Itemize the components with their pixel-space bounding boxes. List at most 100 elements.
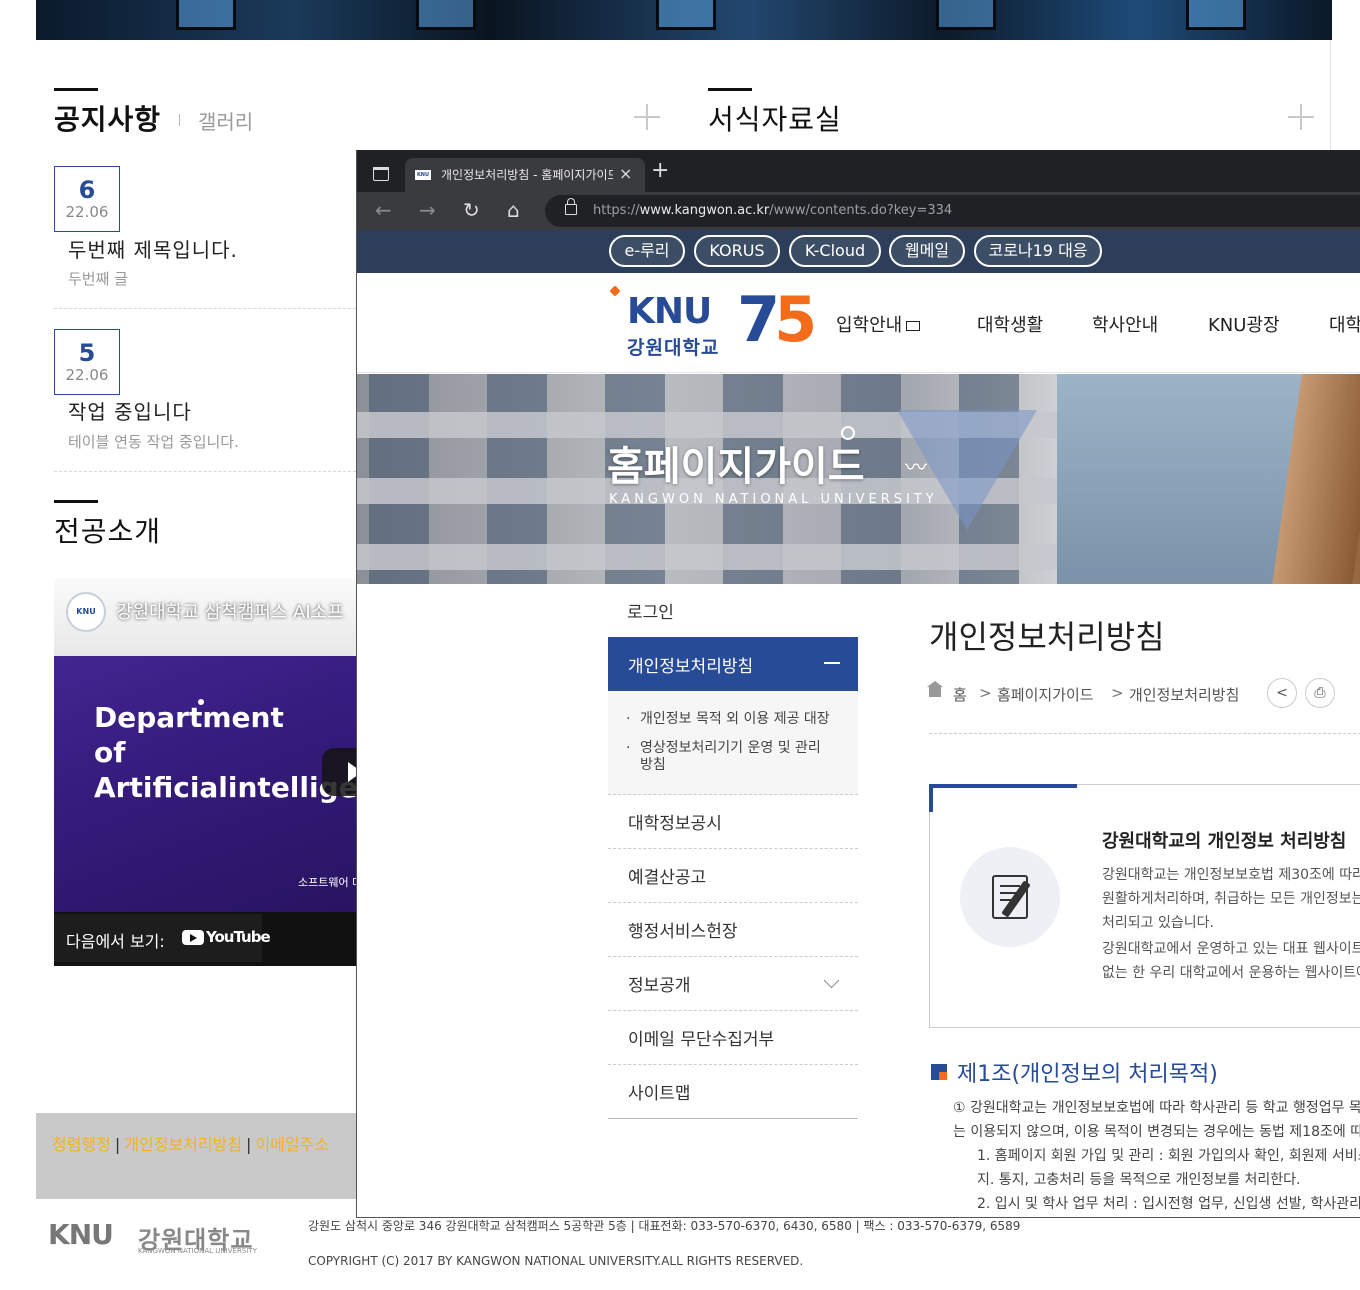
print-icon[interactable]: ⎙ [1305, 678, 1335, 708]
lnb-item-charter[interactable]: 행정서비스헌장 [608, 903, 858, 957]
youtube-play-icon [182, 930, 204, 945]
browser-window: KNU 개인정보처리방침 - 홈페이지가이드 × + ← → ↻ ⌂ https… [356, 150, 1360, 1218]
util-link-kcloud[interactable]: K-Cloud [789, 235, 881, 267]
notice-summary[interactable]: 두번째 글 [68, 268, 128, 289]
url-text[interactable]: https://www.kangwon.ac.kr/www/contents.d… [593, 203, 952, 218]
forms-more-icon[interactable] [1288, 104, 1314, 130]
notice-title[interactable]: 작업 중입니다 [68, 396, 192, 425]
lnb-item-budget[interactable]: 예결산공고 [608, 849, 858, 903]
footer-logo-knu: KNU [48, 1218, 114, 1251]
separator: | [246, 1135, 252, 1154]
new-tab-icon[interactable]: + [651, 158, 669, 183]
lnb-item-email-refusal[interactable]: 이메일 무단수집거부 [608, 1011, 858, 1065]
breadcrumb-home[interactable]: 홈 [953, 684, 967, 705]
gnb-university[interactable]: 대학 [1329, 311, 1360, 337]
footer-copyright: COPYRIGHT (C) 2017 BY KANGWON NATIONAL U… [308, 1254, 804, 1268]
youtube-label: YouTube [206, 928, 271, 946]
video-title[interactable]: 강원대학교 삼척캠퍼스 AI소프 [116, 598, 344, 624]
chevron-right-icon: > [979, 684, 992, 702]
gnb-admission[interactable]: 입학안내 [836, 311, 921, 337]
gnb-knu-square[interactable]: KNU광장 [1208, 311, 1280, 337]
page-title: 개인정보처리방침 [929, 618, 1165, 656]
gnb-campus-life[interactable]: 대학생활 [977, 311, 1043, 337]
util-link-korus[interactable]: KORUS [694, 235, 780, 267]
share-icon[interactable]: < [1267, 678, 1297, 708]
play-button[interactable] [322, 748, 356, 796]
forms-section-title[interactable]: 서식자료실 [708, 98, 842, 138]
section-accent-bar [708, 88, 752, 91]
external-link-icon [906, 321, 921, 331]
chevron-down-icon[interactable] [823, 972, 840, 989]
footer-link-integrity[interactable]: 청렴행정 [52, 1135, 111, 1154]
util-link-webmail[interactable]: 웹메일 [889, 235, 965, 267]
notice-more-icon[interactable] [634, 104, 660, 130]
tab-actions-icon[interactable] [369, 161, 393, 185]
anniversary-7: 7 [737, 283, 780, 356]
watch-on-label: 다음에서 보기: [66, 932, 165, 951]
lnb-item-privacy-policy[interactable]: 개인정보처리방침 [608, 637, 858, 691]
notice-day: 5 [78, 339, 96, 367]
logo-knu: KNU [627, 291, 712, 332]
lock-icon[interactable] [565, 198, 577, 215]
hero-title: 홈페이지가이드 [607, 444, 865, 490]
back-icon[interactable]: ← [375, 198, 392, 222]
address-bar[interactable]: https://www.kangwon.ac.kr/www/contents.d… [545, 195, 1360, 227]
url-path: /www/contents.do?key=334 [769, 203, 953, 218]
channel-logo[interactable]: KNU [66, 592, 106, 632]
footer-logo[interactable]: KNU 강원대학교 KANGWON NATIONAL UNIVERSITY [48, 1214, 258, 1258]
major-section-title: 전공소개 [54, 515, 162, 548]
notice-summary[interactable]: 테이블 연동 작업 중입니다. [68, 431, 239, 452]
notice-title[interactable]: 두번째 제목입니다. [68, 234, 238, 263]
separator: | [114, 1135, 121, 1154]
notice-month: 22.06 [65, 366, 109, 384]
intro-box: 강원대학교의 개인정보 처리방침 강원대학교는 개인정보보호법 제30조에 따라… [929, 784, 1360, 1028]
lnb-item-info-open[interactable]: 정보공개 [608, 957, 858, 1011]
footer-links: 청렴행정 | 개인정보처리방침 | 이메일주소 [52, 1131, 329, 1155]
lnb-sub-item[interactable]: 개인정보 목적 외 이용 제공 대장 [626, 711, 830, 728]
hero-banner: 홈페이지가이드 〰 KANGWON NATIONAL UNIVERSITY [357, 374, 1360, 584]
gnb-academics[interactable]: 학사안내 [1092, 311, 1158, 337]
notice-date: 5 22.06 [54, 329, 120, 395]
notice-section-title[interactable]: 공지사항 [54, 98, 161, 138]
close-tab-icon[interactable]: × [619, 164, 632, 183]
footer-links-box: 청렴행정 | 개인정보처리방침 | 이메일주소 [36, 1113, 356, 1199]
building-floor [357, 544, 1057, 570]
lnb-item-disclosure[interactable]: 대학정보공시 [608, 795, 858, 849]
intro-text: 원활하게처리하며, 취급하는 모든 개인정보는 [1102, 891, 1360, 907]
chevron-right-icon: > [1111, 684, 1124, 702]
lnb-item-sitemap[interactable]: 사이트맵 [608, 1065, 858, 1119]
watch-on-youtube-button[interactable]: 다음에서 보기: YouTube [54, 914, 271, 962]
notice-day: 6 [78, 176, 96, 204]
tab-title: 개인정보처리방침 - 홈페이지가이드 [441, 168, 613, 182]
url-scheme: https:// [593, 203, 640, 218]
footer-link-privacy[interactable]: 개인정보처리방침 [124, 1135, 242, 1154]
divider [929, 733, 1360, 734]
collapse-icon[interactable] [824, 662, 840, 664]
article-title: 제1조(개인정보의 처리목적) [957, 1062, 1218, 1087]
reload-icon[interactable]: ↻ [463, 198, 480, 222]
footer-address: 강원도 삼척시 중앙로 346 강원대학교 삼척캠퍼스 5공학관 5층 | 대표… [308, 1219, 1021, 1233]
lnb-label: 이메일 무단수집거부 [628, 1030, 775, 1050]
youtube-video-embed[interactable]: KNU 강원대학교 삼척캠퍼스 AI소프 Department of Artif… [54, 578, 356, 966]
breadcrumb-guide[interactable]: 홈페이지가이드 [997, 684, 1094, 705]
home-icon[interactable] [927, 681, 943, 697]
document-pen-icon [960, 847, 1060, 947]
article-text: 지. 통지, 고충처리 등을 목적으로 개인정보를 처리한다. [977, 1172, 1301, 1188]
gallery-tab[interactable]: 갤러리 [198, 106, 253, 135]
lnb-label: 정보공개 [628, 976, 691, 996]
lnb-sub-item[interactable]: 영상정보처리기기 운영 및 관리 방침 [626, 740, 838, 774]
home-icon[interactable]: ⌂ [507, 198, 520, 222]
breadcrumb-current[interactable]: 개인정보처리방침 [1129, 684, 1239, 705]
util-link-eruri[interactable]: e-루리 [609, 235, 685, 267]
util-link-covid[interactable]: 코로나19 대응 [974, 235, 1102, 267]
decor-circle [841, 426, 855, 440]
section-accent-bar [54, 88, 98, 91]
browser-tab[interactable]: KNU 개인정보처리방침 - 홈페이지가이드 × [405, 158, 645, 192]
login-link[interactable]: 로그인 [627, 598, 674, 623]
dept-line: Department [94, 701, 284, 734]
hero-subtitle: KANGWON NATIONAL UNIVERSITY [609, 492, 938, 507]
lnb-label: 예결산공고 [628, 868, 707, 888]
forward-icon[interactable]: → [419, 198, 436, 222]
article-text: 는 이용되지 않으며, 이용 목적이 변경되는 경우에는 동법 제18조에 따라 [953, 1124, 1360, 1140]
footer-link-email[interactable]: 이메일주소 [255, 1135, 329, 1154]
